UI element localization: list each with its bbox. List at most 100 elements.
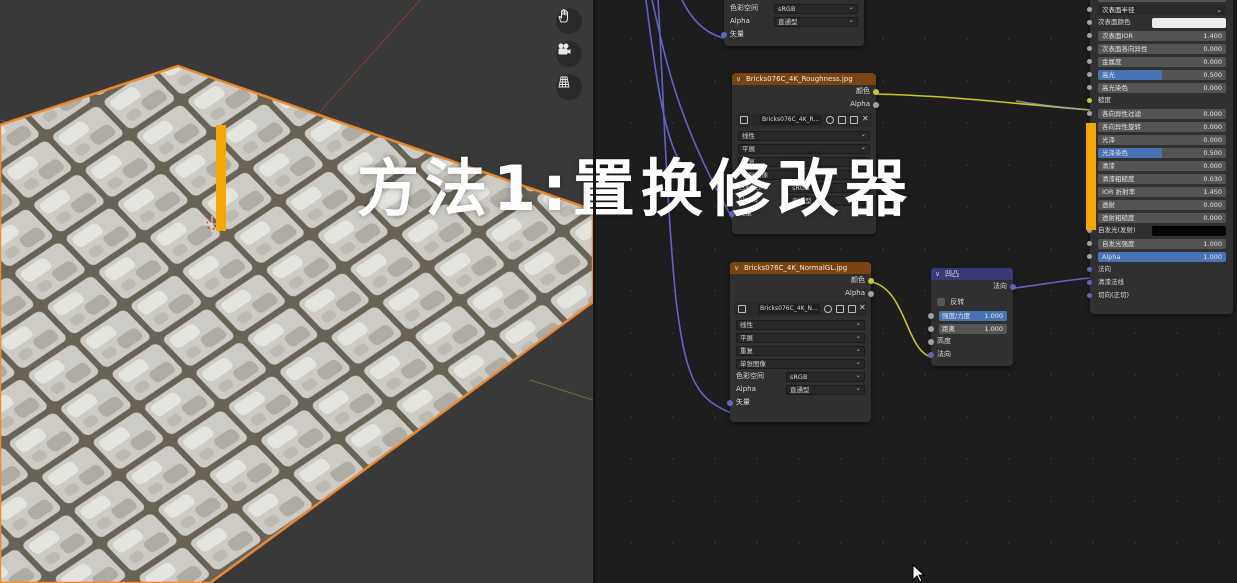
alpha-select[interactable]: 直通型 xyxy=(774,16,858,27)
bsdf-value-field[interactable]: IOR 折射率 1.450 xyxy=(1098,187,1226,197)
node-title[interactable]: Bricks076C_4K_Roughness.jpg xyxy=(732,73,876,85)
extension-select[interactable]: 重复 xyxy=(736,345,865,356)
input-socket[interactable] xyxy=(1087,7,1092,12)
alpha-output-socket[interactable] xyxy=(873,102,879,108)
shader-node-editor[interactable]: 色彩空间 sRGB Alpha 直通型 矢量 Bricks076C_4K_Rou… xyxy=(596,0,1237,583)
image-selector[interactable]: Bricks076C_4K_N... ✕ xyxy=(734,302,867,316)
bsdf-value-field[interactable]: 次表面IOR 1.400 xyxy=(1098,31,1226,41)
bsdf-input-label: Alpha xyxy=(1102,253,1121,261)
mouse-cursor-icon xyxy=(912,564,926,583)
input-socket[interactable] xyxy=(1087,267,1092,272)
image-name-field[interactable]: Bricks076C_4K_R... xyxy=(760,115,822,125)
strength-field[interactable]: 强度/力度 1.000 xyxy=(939,311,1007,321)
bsdf-input-value: 0.030 xyxy=(1203,175,1222,183)
editor-divider[interactable] xyxy=(593,0,596,583)
color-output-socket[interactable] xyxy=(868,278,874,284)
input-socket[interactable] xyxy=(1087,20,1092,25)
bsdf-value-field[interactable]: 透射 0.000 xyxy=(1098,200,1226,210)
principled-bsdf-node[interactable]: 次表面 0.000 次表面半径 ⌄ 次表面颜色次表面IOR 1.400 次表面各向异性 0.0… xyxy=(1087,0,1233,314)
bsdf-value-field[interactable]: 次表面 0.000 xyxy=(1098,0,1226,2)
input-socket[interactable] xyxy=(1087,72,1092,77)
new-image-icon[interactable] xyxy=(836,305,844,313)
bsdf-value-field[interactable]: 光泽 0.000 xyxy=(1098,135,1226,145)
input-socket[interactable] xyxy=(1087,254,1092,259)
input-socket[interactable] xyxy=(1087,33,1092,38)
folder-icon[interactable] xyxy=(850,116,858,124)
strength-row: 强度/力度 1.000 xyxy=(928,309,1013,322)
fake-user-icon[interactable] xyxy=(824,305,832,313)
bsdf-value-field[interactable]: 各向异性旋转 0.000 xyxy=(1098,122,1226,132)
vector-socket[interactable] xyxy=(727,400,733,406)
height-socket[interactable] xyxy=(928,339,934,345)
bsdf-input-label: 清漆法线 xyxy=(1098,278,1124,286)
alpha-output-socket[interactable] xyxy=(868,291,874,297)
input-socket[interactable] xyxy=(1087,59,1092,64)
source-select[interactable]: 单张图像 xyxy=(736,358,865,369)
colorspace-row: 色彩空间 sRGB xyxy=(730,370,871,383)
vector-socket[interactable] xyxy=(721,32,727,38)
bsdf-value-field[interactable]: 清漆粗糙度 0.030 xyxy=(1098,174,1226,184)
bsdf-value-field[interactable]: 清漆 0.000 xyxy=(1098,161,1226,171)
invert-checkbox[interactable] xyxy=(937,298,945,306)
bsdf-row: 法向 xyxy=(1087,263,1233,276)
bsdf-value-field[interactable]: 各向异性过滤 0.000 xyxy=(1098,109,1226,119)
image-icon[interactable] xyxy=(738,305,746,313)
vector-label: 矢量 xyxy=(730,30,744,38)
vector-label: 矢量 xyxy=(736,398,750,406)
strength-socket[interactable] xyxy=(928,313,934,319)
color-swatch[interactable] xyxy=(1152,226,1226,236)
fake-user-icon[interactable] xyxy=(826,116,834,124)
bsdf-value-field[interactable]: 自发光强度 1.000 xyxy=(1098,239,1226,249)
output-color-label: 颜色 xyxy=(851,276,865,284)
bump-node[interactable]: 凹凸 法向 反转 强度/力度 1.000 距离 1.000 高度 法向 xyxy=(928,268,1016,366)
normal-output-socket[interactable] xyxy=(1010,284,1016,290)
image-name-field[interactable]: Bricks076C_4K_N... xyxy=(758,304,820,314)
input-socket[interactable] xyxy=(1087,241,1092,246)
normal-input-socket[interactable] xyxy=(928,352,934,358)
color-swatch[interactable] xyxy=(1152,18,1226,28)
bsdf-row: 高光染色 0.000 xyxy=(1087,81,1233,94)
close-icon[interactable]: ✕ xyxy=(859,303,866,312)
input-socket[interactable] xyxy=(1087,293,1092,298)
node-title[interactable]: 凹凸 xyxy=(931,268,1013,280)
bsdf-select[interactable]: 次表面半径 ⌄ xyxy=(1098,5,1226,15)
camera-icon[interactable] xyxy=(556,41,582,67)
bsdf-value-field[interactable]: 次表面各向异性 0.000 xyxy=(1098,44,1226,54)
image-icon[interactable] xyxy=(740,116,748,124)
image-texture-node-normal[interactable]: Bricks076C_4K_NormalGL.jpg 颜色 Alpha Bric… xyxy=(727,262,874,422)
distance-field[interactable]: 距离 1.000 xyxy=(939,324,1007,334)
new-image-icon[interactable] xyxy=(838,116,846,124)
output-color-row: 颜色 xyxy=(730,274,874,287)
bsdf-row: Alpha 1.000 xyxy=(1087,250,1233,263)
colorspace-select[interactable]: sRGB xyxy=(786,371,865,382)
bsdf-value-field[interactable]: 高光 0.500 xyxy=(1098,70,1226,80)
image-texture-node-top[interactable]: 色彩空间 sRGB Alpha 直通型 矢量 xyxy=(721,0,864,46)
colorspace-select[interactable]: sRGB xyxy=(774,3,858,14)
bsdf-value-field[interactable]: Alpha 1.000 xyxy=(1098,252,1226,262)
bsdf-value-field[interactable]: 金属度 0.000 xyxy=(1098,57,1226,67)
node-title[interactable]: Bricks076C_4K_NormalGL.jpg xyxy=(730,262,871,274)
bsdf-input-value: 1.450 xyxy=(1203,188,1222,196)
input-socket[interactable] xyxy=(1087,46,1092,51)
3d-viewport[interactable] xyxy=(0,0,593,583)
distance-socket[interactable] xyxy=(928,326,934,332)
grid-icon[interactable] xyxy=(556,74,582,100)
interpolation-select[interactable]: 线性 xyxy=(736,319,865,330)
bsdf-input-value: 0.000 xyxy=(1203,0,1222,2)
bsdf-value-field[interactable]: 光泽染色 0.500 xyxy=(1098,148,1226,158)
hand-icon[interactable] xyxy=(556,8,582,34)
output-normal-label: 法向 xyxy=(993,282,1007,290)
folder-icon[interactable] xyxy=(848,305,856,313)
image-selector[interactable]: Bricks076C_4K_R... ✕ xyxy=(736,113,872,127)
close-icon[interactable]: ✕ xyxy=(862,114,869,123)
bsdf-value-field[interactable]: 高光染色 0.000 xyxy=(1098,83,1226,93)
input-socket[interactable] xyxy=(1087,85,1092,90)
bsdf-value-field[interactable]: 透射粗糙度 0.000 xyxy=(1098,213,1226,223)
input-socket[interactable] xyxy=(1087,111,1092,116)
projection-select[interactable]: 平展 xyxy=(736,332,865,343)
input-socket[interactable] xyxy=(1087,280,1092,285)
color-output-socket[interactable] xyxy=(873,89,879,95)
input-socket[interactable] xyxy=(1087,98,1092,103)
alpha-select[interactable]: 直通型 xyxy=(786,384,865,395)
bsdf-input-label: 各向异性旋转 xyxy=(1102,123,1141,131)
